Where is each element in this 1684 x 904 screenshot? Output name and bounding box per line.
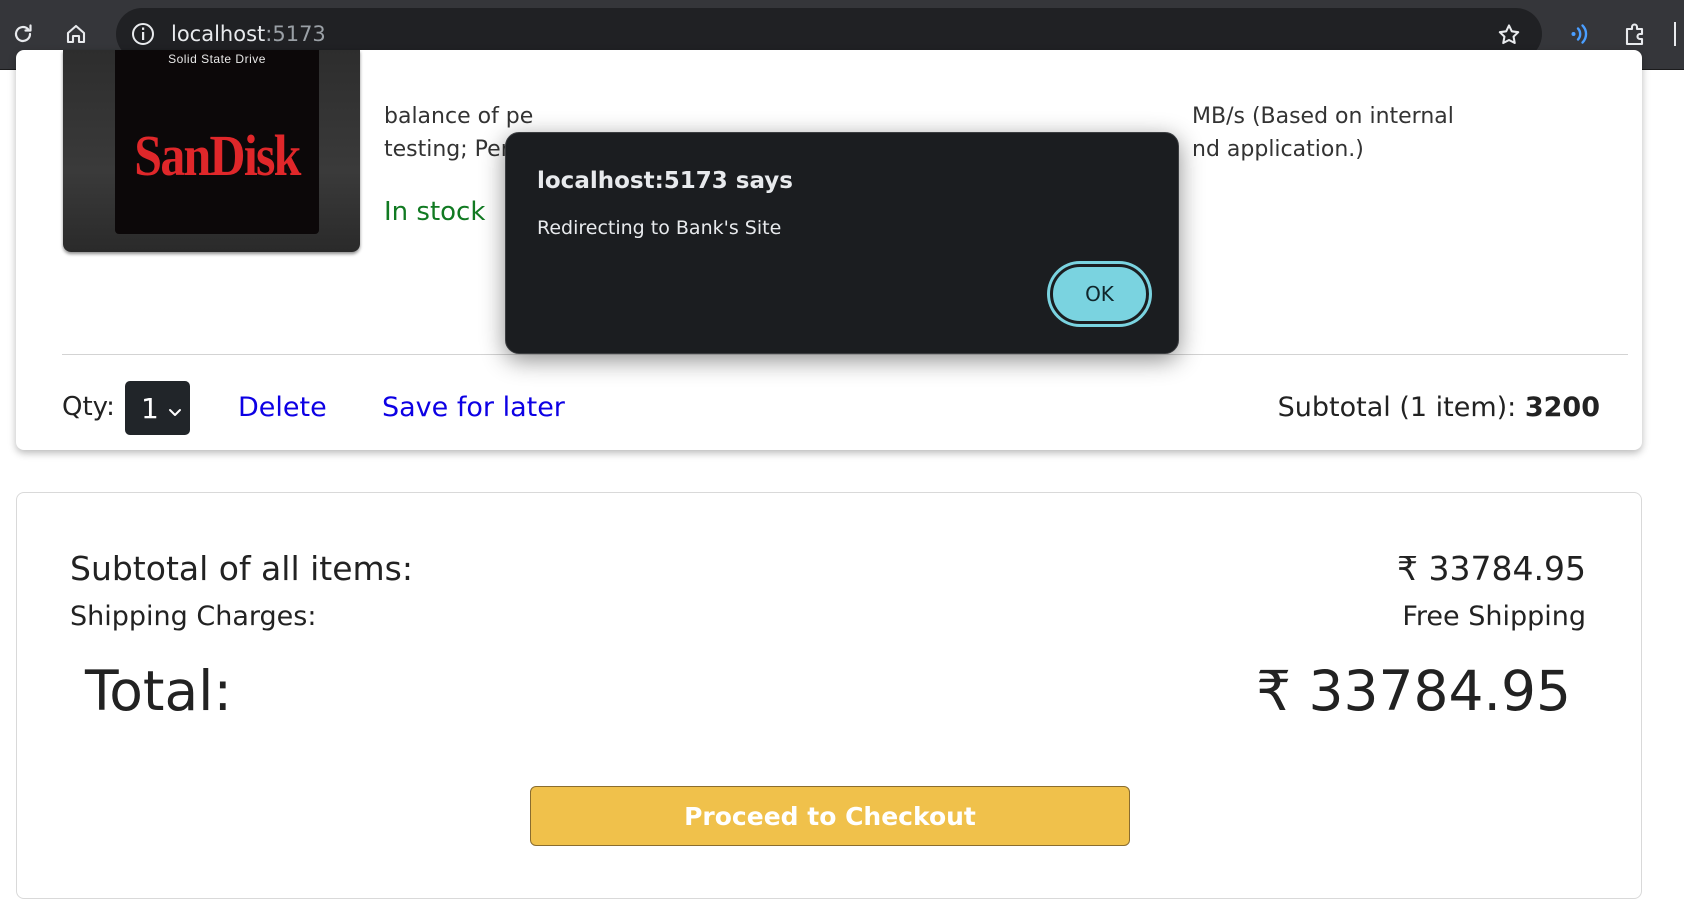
shipping-value: Free Shipping xyxy=(1402,601,1586,632)
toolbar-divider xyxy=(1674,22,1676,46)
product-description-line: balance of pe xyxy=(384,104,534,129)
qty-label: Qty: xyxy=(62,392,115,422)
product-description-line: MB/s (Based on internal xyxy=(1192,104,1454,129)
product-image[interactable]: Solid State Drive SanDisk xyxy=(63,50,360,252)
summary-subtotal-label: Subtotal of all items: xyxy=(70,549,413,588)
site-info-icon[interactable] xyxy=(130,21,156,51)
page-content: Solid State Drive SanDisk balance of pe … xyxy=(0,50,1684,904)
save-for-later-link[interactable]: Save for later xyxy=(382,392,565,423)
url-text: localhost:5173 xyxy=(171,22,326,46)
delete-link[interactable]: Delete xyxy=(238,392,327,423)
qty-select[interactable]: 1 xyxy=(125,381,190,435)
total-label: Total: xyxy=(85,659,232,723)
qty-value: 1 xyxy=(141,392,159,425)
product-description-line: nd application.) xyxy=(1192,137,1364,162)
summary-subtotal-value: ₹ 33784.95 xyxy=(1397,549,1586,588)
product-brand-logo: SanDisk xyxy=(134,123,301,188)
alert-dialog: localhost:5173 says Redirecting to Bank'… xyxy=(505,132,1179,354)
alert-message: Redirecting to Bank's Site xyxy=(537,217,782,239)
item-divider xyxy=(62,354,1628,355)
item-subtotal: Subtotal (1 item): 3200 xyxy=(1278,392,1600,423)
bookmark-star-icon[interactable] xyxy=(1496,22,1522,52)
stock-status: In stock xyxy=(384,197,486,227)
home-icon[interactable] xyxy=(59,17,93,51)
alert-ok-button[interactable]: OK xyxy=(1050,264,1149,324)
item-subtotal-value: 3200 xyxy=(1524,392,1600,423)
product-image-label: Solid State Drive xyxy=(168,52,266,66)
chevron-down-icon xyxy=(168,403,182,422)
reload-icon[interactable] xyxy=(6,17,40,51)
extensions-icon[interactable] xyxy=(1618,17,1652,51)
shipping-label: Shipping Charges: xyxy=(70,601,317,632)
item-subtotal-label: Subtotal (1 item): xyxy=(1277,392,1525,423)
read-aloud-icon[interactable] xyxy=(1563,17,1597,51)
order-summary-card: Subtotal of all items: ₹ 33784.95 Shippi… xyxy=(16,492,1642,899)
alert-title: localhost:5173 says xyxy=(537,168,793,194)
total-value: ₹ 33784.95 xyxy=(1256,659,1571,723)
product-image-face: Solid State Drive SanDisk xyxy=(115,50,319,234)
proceed-to-checkout-button[interactable]: Proceed to Checkout xyxy=(530,786,1130,846)
